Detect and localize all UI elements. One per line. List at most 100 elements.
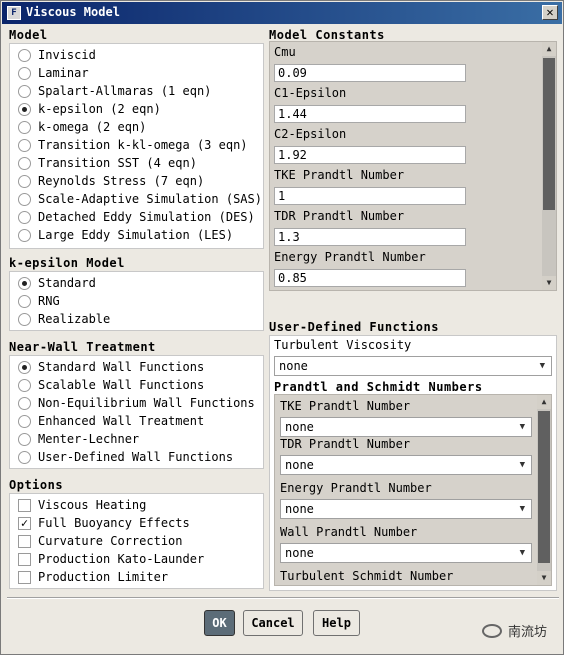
model-option-des[interactable]: Detached Eddy Simulation (DES) [18, 208, 255, 226]
model-option-sas[interactable]: Scale-Adaptive Simulation (SAS) [18, 190, 262, 208]
option-viscous-heating[interactable]: Viscous Heating [18, 496, 146, 514]
option-label: Viscous Heating [38, 498, 147, 512]
chevron-down-icon[interactable]: ▼ [520, 418, 525, 436]
radio-selected-icon[interactable] [18, 102, 31, 116]
model-option-transition-k-kl-omega[interactable]: Transition k-kl-omega (3 eqn) [18, 136, 248, 154]
radio-selected-icon[interactable] [18, 360, 31, 374]
scroll-down-icon[interactable]: ▼ [542, 276, 556, 290]
radio-icon[interactable] [18, 210, 31, 224]
radio-icon[interactable] [18, 84, 31, 98]
ke-option-realizable[interactable]: Realizable [18, 310, 110, 328]
wall-option-menter-lechner[interactable]: Menter-Lechner [18, 430, 139, 448]
radio-icon[interactable] [18, 174, 31, 188]
scrollbar-thumb[interactable] [538, 411, 550, 563]
radio-icon[interactable] [18, 312, 31, 326]
constant-c2-epsilon-input[interactable]: 1.92 [274, 146, 466, 164]
constant-cmu-input[interactable]: 0.09 [274, 64, 466, 82]
checkbox-checked-icon[interactable]: ✓ [18, 516, 31, 530]
option-label: Scale-Adaptive Simulation (SAS) [38, 192, 262, 206]
radio-icon[interactable] [18, 192, 31, 206]
scroll-up-icon[interactable]: ▲ [537, 395, 551, 409]
radio-icon[interactable] [18, 396, 31, 410]
constant-tdr-prandtl-input[interactable]: 1.3 [274, 228, 466, 246]
radio-icon[interactable] [18, 228, 31, 242]
model-option-spalart-allmaras[interactable]: Spalart-Allmaras (1 eqn) [18, 82, 211, 100]
wall-option-scalable[interactable]: Scalable Wall Functions [18, 376, 204, 394]
scrollbar-thumb[interactable] [543, 58, 555, 210]
constant-tke-prandtl-input[interactable]: 1 [274, 187, 466, 205]
option-label: Production Limiter [38, 570, 169, 584]
option-label: Detached Eddy Simulation (DES) [38, 210, 255, 224]
tdr-prandtl-dropdown[interactable]: none ▼ [280, 455, 532, 475]
energy-prandtl-dropdown[interactable]: none ▼ [280, 499, 532, 519]
chevron-down-icon[interactable]: ▼ [540, 357, 545, 375]
chevron-down-icon[interactable]: ▼ [520, 500, 525, 518]
option-label: Realizable [38, 312, 111, 326]
radio-icon[interactable] [18, 450, 31, 464]
prandtl-label: Energy Prandtl Number [280, 481, 432, 495]
model-option-les[interactable]: Large Eddy Simulation (LES) [18, 226, 233, 244]
ok-button[interactable]: OK [204, 610, 235, 636]
separator [7, 597, 559, 599]
ke-model-group: Standard RNG Realizable [9, 271, 264, 331]
option-label: Large Eddy Simulation (LES) [38, 228, 234, 242]
option-production-limiter[interactable]: Production Limiter [18, 568, 168, 586]
radio-icon[interactable] [18, 48, 31, 62]
dropdown-value: none [285, 502, 314, 516]
radio-icon[interactable] [18, 120, 31, 134]
option-curvature-correction[interactable]: Curvature Correction [18, 532, 183, 550]
title-bar[interactable]: F Viscous Model ✕ [2, 2, 562, 24]
radio-selected-icon[interactable] [18, 276, 31, 290]
checkbox-icon[interactable] [18, 498, 31, 512]
model-option-reynolds-stress[interactable]: Reynolds Stress (7 eqn) [18, 172, 204, 190]
radio-icon[interactable] [18, 294, 31, 308]
model-option-k-epsilon[interactable]: k-epsilon (2 eqn) [18, 100, 161, 118]
turbulent-viscosity-dropdown[interactable]: none ▼ [274, 356, 552, 376]
prandtl-label: Wall Prandtl Number [280, 525, 418, 539]
scroll-down-icon[interactable]: ▼ [537, 571, 551, 585]
constant-label: Energy Prandtl Number [274, 250, 426, 264]
checkbox-icon[interactable] [18, 552, 31, 566]
constant-energy-prandtl-input[interactable]: 0.85 [274, 269, 466, 287]
cancel-button[interactable]: Cancel [243, 610, 303, 636]
prandtl-scrollbar[interactable]: ▲ ▼ [537, 395, 551, 585]
option-full-buoyancy[interactable]: ✓ Full Buoyancy Effects [18, 514, 190, 532]
chevron-down-icon[interactable]: ▼ [520, 544, 525, 562]
wall-option-non-equilibrium[interactable]: Non-Equilibrium Wall Functions [18, 394, 255, 412]
option-production-kato-launder[interactable]: Production Kato-Launder [18, 550, 204, 568]
radio-icon[interactable] [18, 432, 31, 446]
constant-c1-epsilon-input[interactable]: 1.44 [274, 105, 466, 123]
help-button[interactable]: Help [313, 610, 360, 636]
checkbox-icon[interactable] [18, 570, 31, 584]
dropdown-value: none [279, 359, 308, 373]
udf-group: Turbulent Viscosity none ▼ Prandtl and S… [269, 335, 557, 591]
close-button[interactable]: ✕ [542, 5, 558, 20]
radio-icon[interactable] [18, 378, 31, 392]
radio-icon[interactable] [18, 414, 31, 428]
wall-option-user-defined[interactable]: User-Defined Wall Functions [18, 448, 233, 466]
tke-prandtl-dropdown[interactable]: none ▼ [280, 417, 532, 437]
ke-option-standard[interactable]: Standard [18, 274, 96, 292]
chevron-down-icon[interactable]: ▼ [520, 456, 525, 474]
option-label: Scalable Wall Functions [38, 378, 205, 392]
option-label: Inviscid [38, 48, 96, 62]
radio-icon[interactable] [18, 138, 31, 152]
model-option-k-omega[interactable]: k-omega (2 eqn) [18, 118, 146, 136]
wall-option-enhanced[interactable]: Enhanced Wall Treatment [18, 412, 204, 430]
prandtl-section-title: Prandtl and Schmidt Numbers [274, 380, 483, 394]
model-option-laminar[interactable]: Laminar [18, 64, 89, 82]
wall-option-standard[interactable]: Standard Wall Functions [18, 358, 204, 376]
model-option-transition-sst[interactable]: Transition SST (4 eqn) [18, 154, 197, 172]
model-option-inviscid[interactable]: Inviscid [18, 46, 96, 64]
wall-prandtl-dropdown[interactable]: none ▼ [280, 543, 532, 563]
dropdown-value: none [285, 546, 314, 560]
option-label: Menter-Lechner [38, 432, 140, 446]
app-icon: F [7, 6, 21, 20]
radio-icon[interactable] [18, 156, 31, 170]
constants-scrollbar[interactable]: ▲ ▼ [542, 42, 556, 290]
ke-option-rng[interactable]: RNG [18, 292, 60, 310]
scroll-up-icon[interactable]: ▲ [542, 42, 556, 56]
constant-label: TDR Prandtl Number [274, 209, 405, 223]
radio-icon[interactable] [18, 66, 31, 80]
checkbox-icon[interactable] [18, 534, 31, 548]
